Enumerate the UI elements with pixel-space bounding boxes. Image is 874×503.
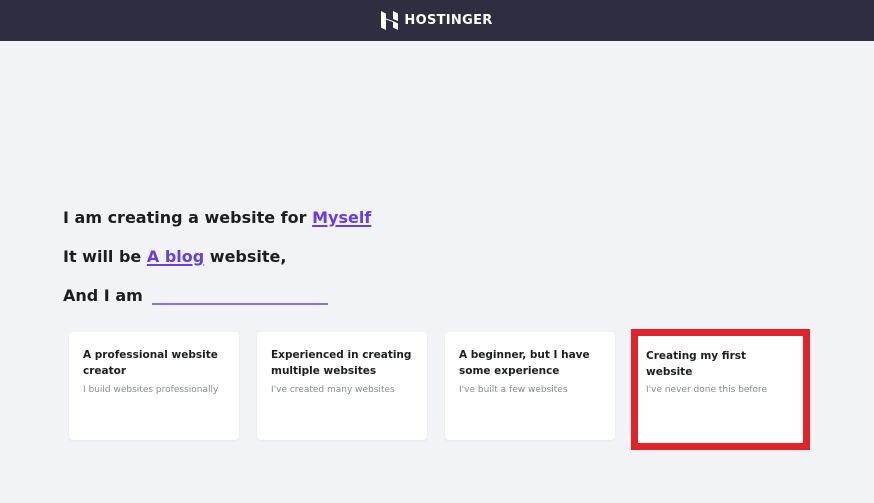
hostinger-logo-icon: [381, 11, 399, 30]
website-type-suffix: website,: [209, 247, 287, 266]
website-for-selector[interactable]: Myself: [312, 208, 371, 227]
experience-label: And I am: [63, 286, 143, 305]
top-bar: HOSTINGER: [0, 0, 874, 41]
option-description: I've created many websites: [271, 385, 395, 395]
brand-name: HOSTINGER: [404, 13, 493, 28]
option-title: Creating my first website: [646, 350, 747, 378]
website-for-sentence: I am creating a website for Myself: [63, 208, 371, 227]
website-type-label: It will be: [63, 247, 142, 266]
website-type-selector[interactable]: A blog: [147, 247, 204, 266]
option-card-beginner[interactable]: A beginner, but I have some experience I…: [445, 332, 615, 440]
website-for-label: I am creating a website for: [63, 208, 307, 227]
option-description: I build websites professionally: [83, 385, 219, 395]
option-card-experienced[interactable]: Experienced in creating multiple website…: [257, 332, 427, 440]
option-title: A professional website creator: [83, 349, 218, 377]
option-card-professional[interactable]: A professional website creator I build w…: [69, 332, 239, 440]
option-card-first-website[interactable]: Creating my first website I've never don…: [631, 329, 810, 450]
website-type-sentence: It will be A blog website,: [63, 247, 286, 266]
option-description: I've built a few websites: [459, 385, 568, 395]
option-title: A beginner, but I have some experience: [459, 349, 590, 377]
experience-sentence: And I am: [63, 286, 329, 305]
option-title: Experienced in creating multiple website…: [271, 349, 412, 377]
option-description: I've never done this before: [646, 385, 768, 395]
brand-logo[interactable]: HOSTINGER: [381, 11, 492, 30]
experience-blank[interactable]: [152, 303, 329, 305]
